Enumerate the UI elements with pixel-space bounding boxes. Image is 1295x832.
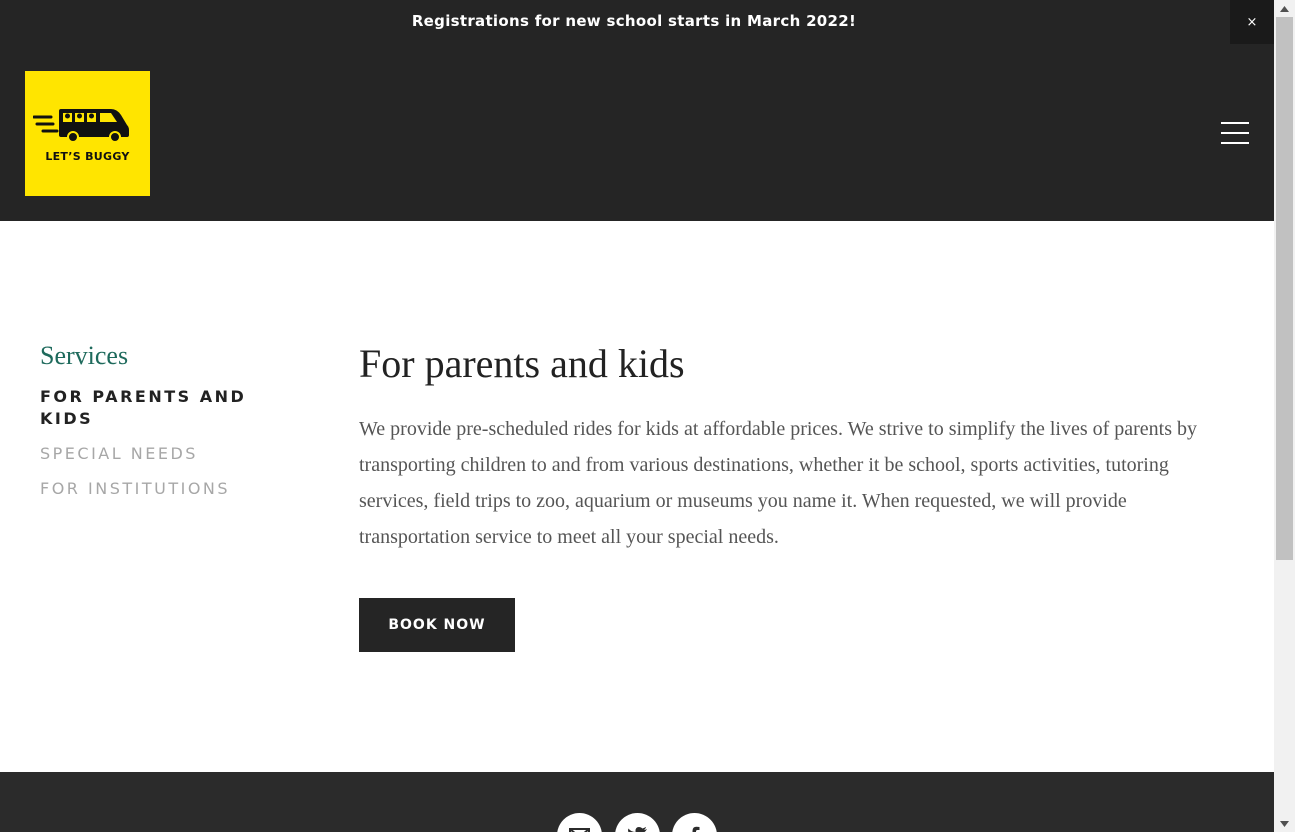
logo[interactable]: LET’S BUGGY [25,71,150,196]
site-header: Registrations for new school starts in M… [0,0,1274,221]
scroll-up-arrow-icon[interactable] [1274,0,1295,17]
sidebar-link-institutions[interactable]: FOR INSTITUTIONS [40,478,270,500]
scrollbar[interactable] [1274,0,1295,832]
sidebar-link-special-needs[interactable]: SPECIAL NEEDS [40,443,270,465]
facebook-icon[interactable] [672,813,717,832]
sidebar-link-parents-and-kids[interactable]: FOR PARENTS AND KIDS [40,386,270,430]
scroll-down-arrow-icon[interactable] [1274,815,1295,832]
hamburger-menu-icon[interactable] [1221,122,1249,144]
page: Registrations for new school starts in M… [0,0,1274,832]
sidebar-title: Services [40,341,129,370]
announcement-close-button[interactable]: × [1230,0,1274,44]
service-description: We provide pre-scheduled rides for kids … [359,418,1198,548]
mail-icon[interactable] [557,813,602,832]
announcement-text: Registrations for new school starts in M… [411,12,857,30]
book-now-button[interactable]: BOOK NOW [359,598,515,652]
footer [0,772,1274,832]
scrollbar-thumb[interactable] [1276,17,1293,560]
page-title: For parents and kids [359,341,685,386]
bus-icon [33,109,129,143]
twitter-icon[interactable] [615,813,660,832]
logo-text: LET’S BUGGY [45,150,130,163]
